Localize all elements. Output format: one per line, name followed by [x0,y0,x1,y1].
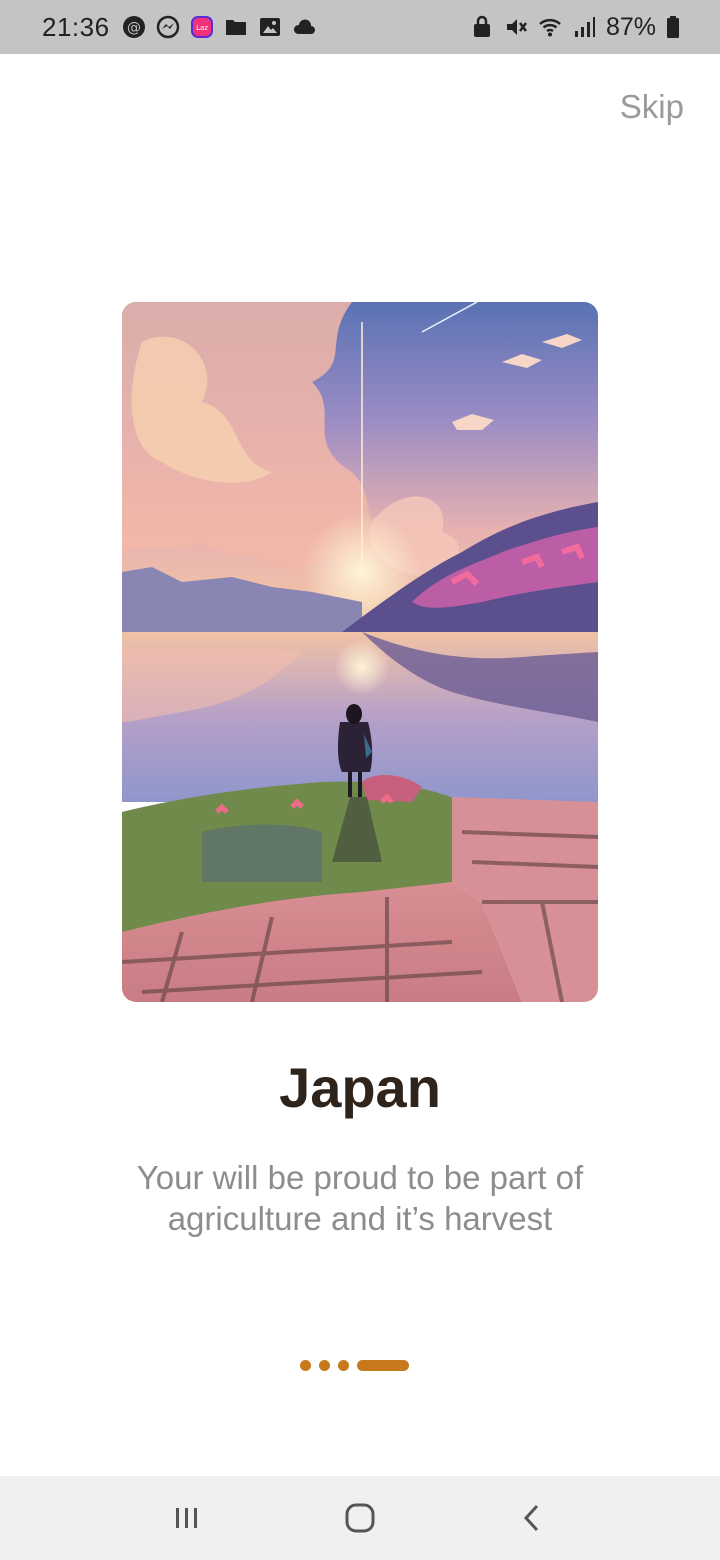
onboarding-title: Japan [279,1056,441,1119]
notification-icons: @ Laz [122,15,316,39]
back-icon [524,1504,539,1532]
page-dot-3[interactable] [338,1359,349,1371]
skip-button[interactable]: Skip [620,88,684,126]
onboarding-screen: 21:36 @ Laz 87% Skip Japan Your will be … [0,0,720,1560]
folder-icon [224,15,248,39]
signal-icon [572,15,596,39]
gallery-icon [258,15,282,39]
home-button[interactable] [330,1488,390,1548]
battery-icon [666,15,680,39]
page-dot-1[interactable] [300,1359,311,1371]
onboarding-illustration [122,302,598,1002]
lazada-icon: Laz [190,15,214,39]
onboarding-subtitle: Your will be proud to be part of agricul… [136,1159,584,1237]
page-indicator [300,1359,409,1371]
home-icon [345,1503,375,1533]
back-button[interactable] [503,1488,563,1548]
cloud-icon [292,15,316,39]
battery-percentage: 87% [605,12,656,41]
recent-apps-button[interactable] [157,1488,217,1548]
system-navigation-bar [0,1476,720,1560]
threads-icon: @ [122,15,146,39]
system-icons: 87% [470,13,680,42]
wifi-icon [538,15,562,39]
messenger-icon [156,15,180,39]
status-bar: 21:36 @ Laz 87% [0,0,720,54]
svg-text:Laz: Laz [196,24,208,32]
svg-text:@: @ [127,20,141,36]
status-time: 21:36 [42,11,110,42]
mute-icon [504,15,528,39]
page-dot-4-active[interactable] [357,1359,409,1371]
page-dot-2[interactable] [319,1359,330,1371]
lock-icon [470,15,494,39]
recent-apps-icon [175,1508,197,1528]
